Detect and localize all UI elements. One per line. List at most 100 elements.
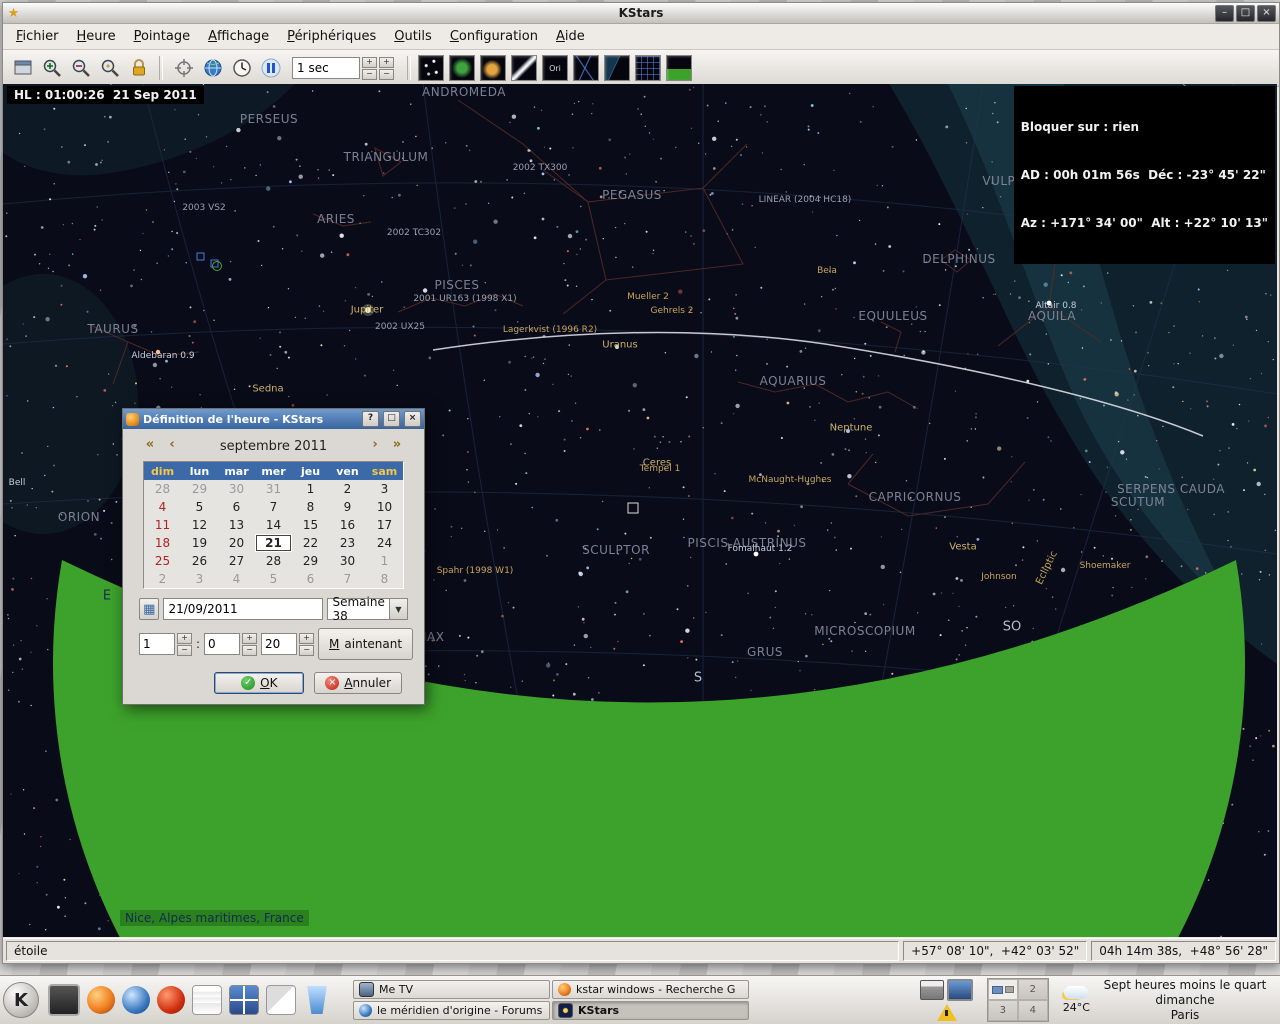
spin-down-icon[interactable]: −: [362, 68, 377, 80]
date-input[interactable]: [163, 598, 324, 620]
zoom-in-icon[interactable]: [38, 55, 65, 82]
menu-aide[interactable]: Aide: [547, 26, 594, 47]
calendar-day-cell[interactable]: 15: [292, 516, 329, 534]
calendar-day-cell[interactable]: 4: [144, 498, 181, 516]
taskbar-task[interactable]: Me TV: [353, 980, 550, 999]
comets-toggle-icon[interactable]: [511, 55, 537, 81]
calendar-day-cell[interactable]: 2: [144, 570, 181, 588]
menu-configuration[interactable]: Configuration: [441, 26, 547, 47]
calendar-day-cell[interactable]: 1: [366, 552, 403, 570]
maximize-button[interactable]: □: [1236, 4, 1255, 22]
calendar-day-cell[interactable]: 31: [255, 480, 292, 498]
month-year-label[interactable]: septembre 2011: [183, 439, 364, 454]
zoom-out-icon[interactable]: [67, 55, 94, 82]
window-list-icon[interactable]: [229, 985, 259, 1015]
calendar-day-cell[interactable]: 7: [329, 570, 366, 588]
calendar-day-cell[interactable]: 4: [218, 570, 255, 588]
calendar-day-cell[interactable]: 2: [329, 480, 366, 498]
mail-icon[interactable]: [266, 985, 296, 1015]
taskbar-task[interactable]: le méridien d'origine - Forums: [353, 1001, 550, 1020]
calendar-day-cell[interactable]: 21: [255, 534, 292, 552]
calendar-day-cell[interactable]: 28: [255, 552, 292, 570]
pager-desktop-cell[interactable]: 3: [987, 1000, 1018, 1021]
warning-tray-icon[interactable]: [936, 1004, 957, 1021]
dialog-titlebar[interactable]: Définition de l'heure - KStars ? □ ×: [123, 409, 424, 429]
spin-up-icon[interactable]: +: [177, 632, 192, 644]
calendar-day-cell[interactable]: 7: [255, 498, 292, 516]
menu-fichier[interactable]: Fichier: [7, 26, 68, 47]
calendar-day-cell[interactable]: 1: [292, 480, 329, 498]
cancel-button[interactable]: × Annuler: [314, 672, 402, 694]
terminal-icon[interactable]: [48, 984, 80, 1016]
constellation-lines-toggle-icon[interactable]: [573, 55, 599, 81]
spin-up-icon[interactable]: +: [362, 56, 377, 68]
dialog-help-button[interactable]: ?: [362, 411, 379, 427]
calendar-day-cell[interactable]: 6: [218, 498, 255, 516]
ground-toggle-icon[interactable]: [666, 55, 692, 81]
pager-desktop-cell[interactable]: 2: [1017, 979, 1048, 1000]
clock-icon[interactable]: [228, 55, 255, 82]
menu-priphriques[interactable]: Périphériques: [278, 26, 385, 47]
spin-up-icon[interactable]: +: [242, 632, 258, 644]
calendar-day-cell[interactable]: 28: [144, 480, 181, 498]
taskbar-task[interactable]: kstar windows - Recherche G: [552, 980, 749, 999]
dialog-maximize-button[interactable]: □: [383, 411, 400, 427]
weather-applet[interactable]: 24°C: [1063, 986, 1090, 1014]
constellation-names-toggle-icon[interactable]: Ori: [542, 55, 568, 81]
window-icon[interactable]: [9, 55, 36, 82]
minute-input[interactable]: [204, 633, 241, 655]
timestep-input[interactable]: [292, 57, 360, 79]
prev-month-button[interactable]: ‹: [161, 437, 183, 455]
constellation-bounds-toggle-icon[interactable]: [604, 55, 630, 81]
calendar-day-cell[interactable]: 20: [218, 534, 255, 552]
spin-down-icon[interactable]: −: [177, 644, 192, 656]
calendar-day-cell[interactable]: 23: [329, 534, 366, 552]
sky-map[interactable]: ANDROMEDAPERSEUSTRIANGULUMARIESPEGASUSVU…: [3, 84, 1277, 937]
taskbar-task[interactable]: KStars: [552, 1001, 749, 1020]
calendar-day-cell[interactable]: 3: [366, 480, 403, 498]
calendar-day-cell[interactable]: 29: [181, 480, 218, 498]
menu-pointage[interactable]: Pointage: [125, 26, 200, 47]
k-menu-button[interactable]: K: [0, 978, 42, 1022]
calendar-day-cell[interactable]: 16: [329, 516, 366, 534]
calendar-day-cell[interactable]: 8: [292, 498, 329, 516]
stars-toggle-icon[interactable]: [418, 55, 444, 81]
fuzzy-clock[interactable]: Sept heures moins le quart dimanche Pari…: [1096, 978, 1280, 1023]
calendar-day-cell[interactable]: 18: [144, 534, 181, 552]
calendar-day-cell[interactable]: 6: [292, 570, 329, 588]
deep-sky-toggle-icon[interactable]: [449, 55, 475, 81]
document-icon[interactable]: [192, 985, 222, 1015]
pause-clock-icon[interactable]: [257, 55, 284, 82]
close-button[interactable]: ×: [1257, 4, 1276, 22]
calendar-day-cell[interactable]: 19: [181, 534, 218, 552]
calendar-day-cell[interactable]: 13: [218, 516, 255, 534]
now-button[interactable]: Maintenant: [318, 628, 414, 660]
calendar-day-cell[interactable]: 17: [366, 516, 403, 534]
week-combobox[interactable]: Semaine 38 ▼: [327, 595, 408, 623]
dialog-close-button[interactable]: ×: [404, 411, 421, 427]
chevron-down-icon[interactable]: ▼: [389, 599, 407, 619]
spin-down-icon[interactable]: −: [299, 644, 315, 656]
calendar-day-cell[interactable]: 29: [292, 552, 329, 570]
calendar-picker-icon[interactable]: ▦: [139, 598, 160, 620]
next-year-button[interactable]: »: [386, 437, 408, 455]
display-tray-icon[interactable]: [947, 979, 974, 1001]
calendar-day-cell[interactable]: 30: [218, 480, 255, 498]
glass-icon[interactable]: [307, 986, 327, 1014]
spin-down-icon[interactable]: −: [379, 68, 394, 80]
planets-toggle-icon[interactable]: [480, 55, 506, 81]
calendar-day-cell[interactable]: 5: [181, 498, 218, 516]
calendar-day-cell[interactable]: 9: [329, 498, 366, 516]
spin-up-icon[interactable]: +: [299, 632, 315, 644]
window-titlebar[interactable]: ★ KStars – □ ×: [3, 3, 1279, 24]
calendar-day-cell[interactable]: 26: [181, 552, 218, 570]
calendar-day-cell[interactable]: 12: [181, 516, 218, 534]
media-player-icon[interactable]: [157, 986, 185, 1014]
menu-affichage[interactable]: Affichage: [199, 26, 278, 47]
calendar-day-cell[interactable]: 14: [255, 516, 292, 534]
spin-down-icon[interactable]: −: [242, 644, 258, 656]
calendar-day-cell[interactable]: 27: [218, 552, 255, 570]
calendar-day-cell[interactable]: 24: [366, 534, 403, 552]
pager-desktop-cell[interactable]: 4: [1017, 1000, 1048, 1021]
firefox-icon[interactable]: [87, 986, 115, 1014]
